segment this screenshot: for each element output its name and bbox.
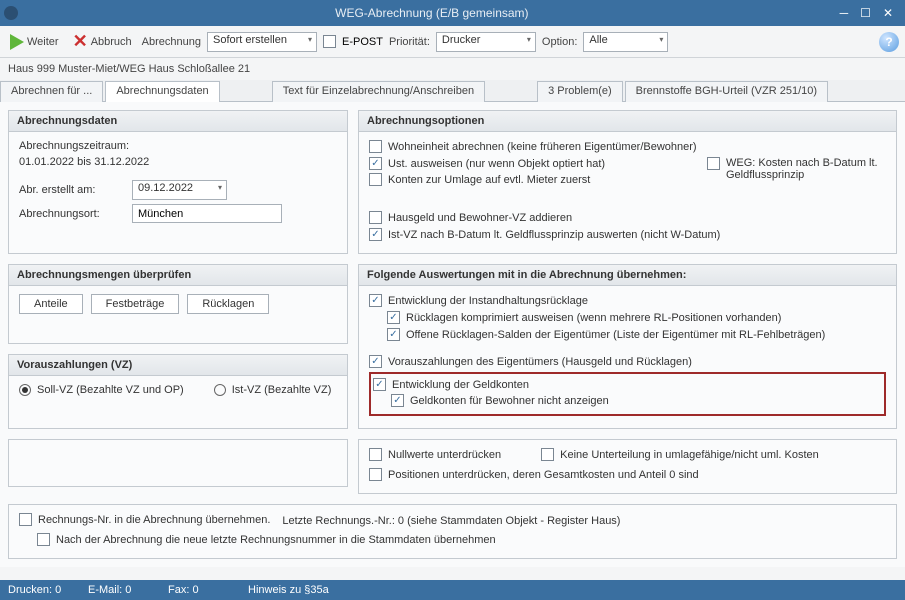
option-label: Option: [542, 36, 577, 48]
titlebar: WEG-Abrechnung (E/B gemeinsam) ─ ☐ ✕ [0, 0, 905, 26]
lbl-hausgeld-vz: Hausgeld und Bewohner-VZ addieren [388, 212, 572, 224]
abbruch-button[interactable]: ✕ Abbruch [69, 29, 136, 54]
cb-keine-unterteilung[interactable] [541, 448, 554, 461]
lbl-entwicklung-geldkonten: Entwicklung der Geldkonten [392, 379, 529, 391]
panel-mengen: Abrechnungsmengen überprüfen Anteile Fes… [8, 264, 348, 344]
ort-label: Abrechnungsort: [19, 208, 124, 220]
lbl-weg-kosten: WEG: Kosten nach B-Datum lt. Geldflusspr… [726, 157, 886, 181]
radio-ist-vz[interactable] [214, 384, 226, 396]
content-area: Abrechnungsdaten Abrechnungszeitraum: 01… [0, 102, 905, 567]
panel-abrechnungsoptionen: Abrechnungsoptionen Wohneinheit abrechne… [358, 110, 897, 254]
breadcrumb: Haus 999 Muster-Miet/WEG Haus Schloßalle… [0, 58, 905, 80]
lbl-ruecklagen-komprimiert: Rücklagen komprimiert ausweisen (wenn me… [406, 312, 781, 324]
tab-brennstoffe[interactable]: Brennstoffe BGH-Urteil (VZR 251/10) [625, 81, 828, 102]
cb-hausgeld-vz[interactable] [369, 211, 382, 224]
epost-checkbox[interactable] [323, 35, 336, 48]
tabs: Abrechnen für ... Abrechnungsdaten Text … [0, 80, 905, 102]
status-hinweis: Hinweis zu §35a [248, 584, 329, 596]
cb-offene-salden[interactable]: ✓ [387, 328, 400, 341]
cancel-x-icon: ✕ [73, 31, 88, 52]
tab-text-einzelabrechnung[interactable]: Text für Einzelabrechnung/Anschreiben [272, 81, 485, 102]
zeitraum-value: 01.01.2022 bis 31.12.2022 [19, 156, 337, 168]
btn-ruecklagen[interactable]: Rücklagen [187, 294, 269, 314]
close-button[interactable]: ✕ [883, 6, 893, 20]
lbl-istvz-bdatum: Ist-VZ nach B-Datum lt. Geldflussprinzip… [388, 229, 720, 241]
arrow-right-icon [10, 34, 24, 50]
abrechnung-dropdown[interactable]: Sofort erstellen [207, 32, 317, 52]
lbl-entwicklung-ruecklage: Entwicklung der Instandhaltungsrücklage [388, 295, 588, 307]
cb-istvz-bdatum[interactable]: ✓ [369, 228, 382, 241]
cb-nullwerte[interactable] [369, 448, 382, 461]
panel-abrechnungsdaten: Abrechnungsdaten Abrechnungszeitraum: 01… [8, 110, 348, 254]
lbl-konten-umlage: Konten zur Umlage auf evtl. Mieter zuers… [388, 174, 590, 186]
statusbar: Drucken: 0 E-Mail: 0 Fax: 0 Hinweis zu §… [0, 580, 905, 600]
toolbar: Weiter ✕ Abbruch Abrechnung Sofort erste… [0, 26, 905, 58]
panel-header: Abrechnungsmengen überprüfen [9, 265, 347, 286]
weiter-button[interactable]: Weiter [6, 32, 63, 52]
cb-wohneinheit[interactable] [369, 140, 382, 153]
epost-label: E-POST [342, 36, 383, 48]
cb-nach-abrechnung[interactable] [37, 533, 50, 546]
lbl-nach-abrechnung: Nach der Abrechnung die neue letzte Rech… [56, 534, 496, 546]
panel-header: Abrechnungsoptionen [359, 111, 896, 132]
maximize-button[interactable]: ☐ [860, 6, 871, 20]
ort-input[interactable] [132, 204, 282, 223]
lbl-keine-unterteilung: Keine Unterteilung in umlagefähige/nicht… [560, 449, 819, 461]
cb-vz-eigentuemer[interactable]: ✓ [369, 355, 382, 368]
window-controls: ─ ☐ ✕ [840, 6, 901, 20]
btn-festbetraege[interactable]: Festbeträge [91, 294, 180, 314]
window-title: WEG-Abrechnung (E/B gemeinsam) [24, 6, 840, 20]
prioritaet-label: Priorität: [389, 36, 430, 48]
abrechnung-label: Abrechnung [142, 36, 201, 48]
cb-positionen[interactable] [369, 468, 382, 481]
cb-rechnungsnr-uebernehmen[interactable] [19, 513, 32, 526]
lbl-wohneinheit: Wohneinheit abrechnen (keine früheren Ei… [388, 141, 697, 153]
weiter-label: Weiter [27, 36, 59, 48]
panel-header: Folgende Auswertungen mit in die Abrechn… [359, 265, 896, 286]
lbl-nullwerte: Nullwerte unterdrücken [388, 449, 501, 461]
tab-abrechnungsdaten[interactable]: Abrechnungsdaten [105, 81, 219, 102]
minimize-button[interactable]: ─ [840, 6, 849, 20]
lbl-ust: Ust. ausweisen (nur wenn Objekt optiert … [388, 158, 605, 170]
tab-probleme[interactable]: 3 Problem(e) [537, 81, 623, 102]
zeitraum-label: Abrechnungszeitraum: [19, 140, 337, 152]
lbl-vz-eigentuemer: Vorauszahlungen des Eigentümers (Hausgel… [388, 356, 692, 368]
lbl-soll-vz: Soll-VZ (Bezahlte VZ und OP) [37, 384, 184, 396]
panel-header: Vorauszahlungen (VZ) [9, 355, 347, 376]
highlighted-geldkonten-box: ✓ Entwicklung der Geldkonten ✓ Geldkonten … [369, 372, 886, 416]
btn-anteile[interactable]: Anteile [19, 294, 83, 314]
help-icon[interactable]: ? [879, 32, 899, 52]
panel-rechnungsnr: Rechnungs-Nr. in die Abrechnung übernehm… [8, 504, 897, 559]
abbruch-label: Abbruch [91, 36, 132, 48]
panel-header: Abrechnungsdaten [9, 111, 347, 132]
prioritaet-dropdown[interactable]: Drucker [436, 32, 536, 52]
option-dropdown[interactable]: Alle [583, 32, 668, 52]
lbl-geldkonten-bewohner: Geldkonten für Bewohner nicht anzeigen [410, 395, 609, 407]
lbl-offene-salden: Offene Rücklagen-Salden der Eigentümer (… [406, 329, 825, 341]
cb-konten-umlage[interactable] [369, 173, 382, 186]
lbl-ist-vz: Ist-VZ (Bezahlte VZ) [232, 384, 332, 396]
lbl-positionen: Positionen unterdrücken, deren Gesamtkos… [388, 469, 699, 481]
panel-empty-left [8, 439, 348, 487]
status-fax: Fax: 0 [168, 584, 228, 596]
erstellt-label: Abr. erstellt am: [19, 184, 124, 196]
panel-auswertungen: Folgende Auswertungen mit in die Abrechn… [358, 264, 897, 429]
cb-weg-kosten[interactable] [707, 157, 720, 170]
cb-ust[interactable]: ✓ [369, 157, 382, 170]
panel-vorauszahlungen: Vorauszahlungen (VZ) Soll-VZ (Bezahlte V… [8, 354, 348, 429]
app-icon [4, 6, 18, 20]
panel-unterdruecken: Nullwerte unterdrücken Keine Unterteilun… [358, 439, 897, 494]
letzte-rechnungsnr: Letzte Rechnungs.-Nr.: 0 (siehe Stammdat… [282, 515, 620, 527]
status-drucken: Drucken: 0 [8, 584, 68, 596]
lbl-rechnungsnr-uebernehmen: Rechnungs-Nr. in die Abrechnung übernehm… [38, 514, 270, 526]
cb-ruecklagen-komprimiert[interactable]: ✓ [387, 311, 400, 324]
status-email: E-Mail: 0 [88, 584, 148, 596]
erstellt-date-dropdown[interactable]: 09.12.2022 [132, 180, 227, 200]
tab-abrechnen-fuer[interactable]: Abrechnen für ... [0, 81, 103, 102]
cb-entwicklung-ruecklage[interactable]: ✓ [369, 294, 382, 307]
cb-geldkonten-bewohner[interactable]: ✓ [391, 394, 404, 407]
cb-entwicklung-geldkonten[interactable]: ✓ [373, 378, 386, 391]
radio-soll-vz[interactable] [19, 384, 31, 396]
